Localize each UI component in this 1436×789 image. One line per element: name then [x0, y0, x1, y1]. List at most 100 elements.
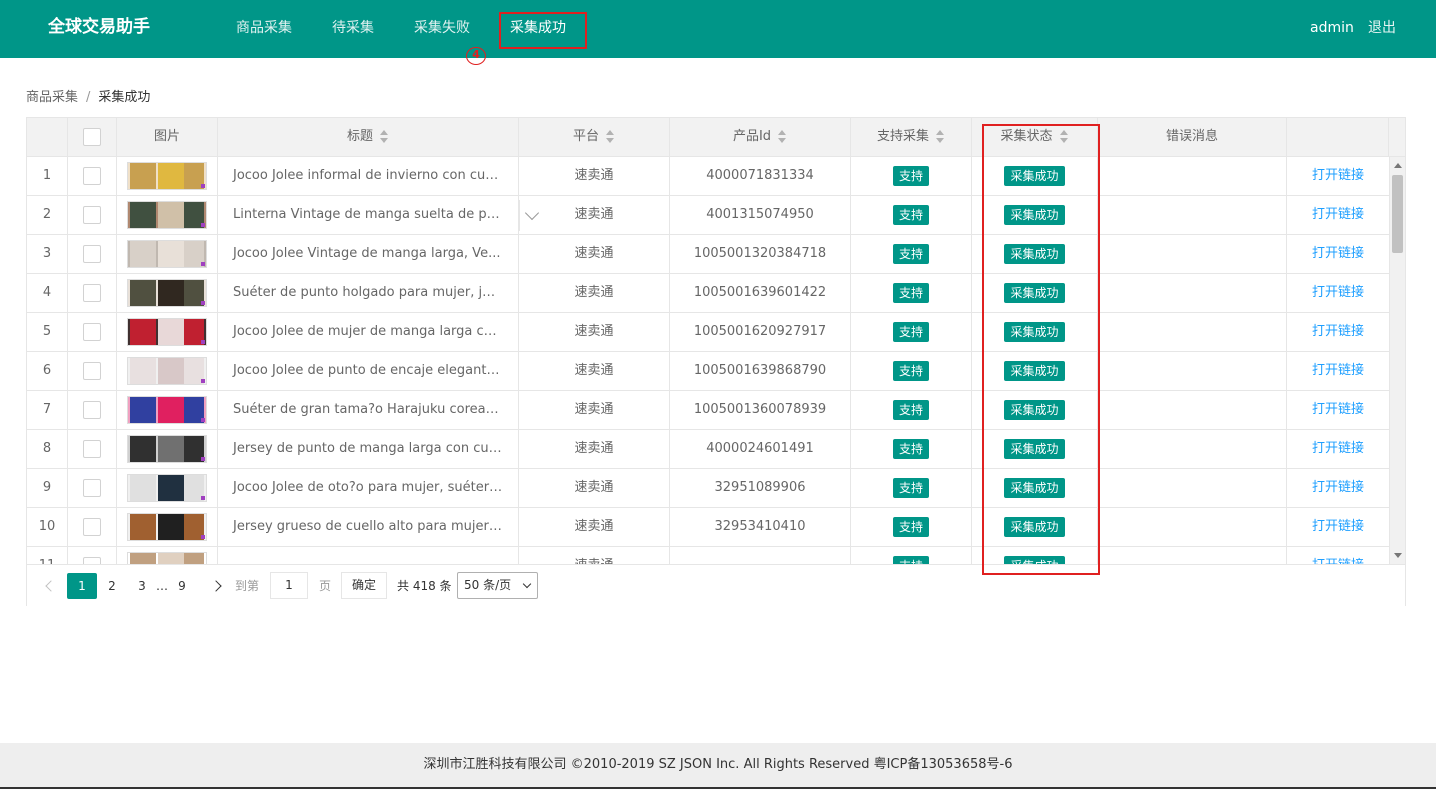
row-status: 采集成功: [972, 196, 1098, 235]
row-checkbox[interactable]: [83, 322, 101, 341]
row-status: 采集成功: [972, 430, 1098, 469]
open-link-button[interactable]: 打开链接: [1312, 246, 1364, 261]
open-link-button[interactable]: 打开链接: [1312, 324, 1364, 339]
page-unit-label: 页: [319, 579, 332, 593]
page-1[interactable]: 1: [67, 573, 97, 599]
table-row: 5 Jocoo Jolee de mujer de manga larga co.…: [27, 313, 1389, 352]
row-index: 8: [27, 430, 68, 469]
logout-link[interactable]: 退出: [1368, 0, 1396, 56]
row-product-id: 1005001639601422: [670, 274, 851, 313]
row-checkbox[interactable]: [83, 439, 101, 458]
open-link-button[interactable]: 打开链接: [1312, 207, 1364, 222]
product-thumbnail[interactable]: [127, 395, 207, 424]
row-index: 3: [27, 235, 68, 274]
sort-icon[interactable]: [605, 129, 615, 144]
row-index: 7: [27, 391, 68, 430]
pagination: 1 2 3 … 9 到第 1 页 确定 共 418 条 50 条/页: [27, 564, 1405, 606]
table-header: 图片 标题 平台 产品Id 支持采集 采集状态 错误消息: [27, 118, 1405, 157]
product-thumbnail[interactable]: [127, 473, 207, 502]
row-platform: 速卖通: [519, 235, 670, 274]
row-product-id: 4000071831334: [670, 157, 851, 196]
open-link-button[interactable]: 打开链接: [1312, 285, 1364, 300]
sort-icon[interactable]: [1059, 129, 1069, 144]
row-checkbox[interactable]: [83, 556, 101, 564]
row-support: 支持: [851, 196, 972, 235]
page-size-select[interactable]: 50 条/页: [457, 572, 538, 599]
row-select: [68, 274, 117, 313]
table-body: 1 Jocoo Jolee informal de invierno con cu…: [27, 157, 1389, 564]
product-thumbnail[interactable]: [127, 551, 207, 564]
row-action: 打开链接: [1287, 547, 1389, 564]
row-checkbox[interactable]: [83, 283, 101, 302]
user-name[interactable]: admin: [1310, 0, 1354, 56]
status-badge: 采集成功: [1004, 438, 1065, 459]
col-support[interactable]: 支持采集: [851, 118, 972, 157]
open-link-button[interactable]: 打开链接: [1312, 402, 1364, 417]
product-thumbnail[interactable]: [127, 434, 207, 463]
row-title: Jersey grueso de cuello alto para mujer …: [218, 508, 519, 547]
row-title: Jocoo Jolee informal de invierno con cue…: [218, 157, 519, 196]
expand-title-icon[interactable]: [519, 200, 545, 231]
row-checkbox[interactable]: [83, 478, 101, 497]
open-link-button[interactable]: 打开链接: [1312, 168, 1364, 183]
product-thumbnail[interactable]: [127, 239, 207, 268]
page-2[interactable]: 2: [97, 573, 127, 599]
row-checkbox[interactable]: [83, 205, 101, 224]
product-thumbnail[interactable]: [127, 200, 207, 229]
col-platform[interactable]: 平台: [519, 118, 670, 157]
product-thumbnail[interactable]: [127, 356, 207, 385]
row-checkbox[interactable]: [83, 166, 101, 185]
goto-page-input[interactable]: 1: [270, 572, 308, 599]
row-status: 采集成功: [972, 313, 1098, 352]
open-link-button[interactable]: 打开链接: [1312, 519, 1364, 534]
open-link-button[interactable]: 打开链接: [1312, 363, 1364, 378]
breadcrumb: 商品采集 / 采集成功: [26, 89, 150, 107]
open-link-button[interactable]: 打开链接: [1312, 480, 1364, 495]
nav-failed[interactable]: 采集失败: [414, 0, 470, 58]
sort-icon[interactable]: [777, 129, 787, 144]
sort-icon[interactable]: [935, 129, 945, 144]
support-badge: 支持: [892, 555, 929, 564]
total-count: 共 418 条: [397, 579, 452, 593]
next-page-button[interactable]: [203, 573, 231, 599]
prev-page-button[interactable]: [35, 573, 63, 599]
scroll-up-icon[interactable]: [1394, 163, 1402, 168]
col-status[interactable]: 采集状态: [972, 118, 1098, 157]
goto-confirm-button[interactable]: 确定: [341, 572, 387, 599]
col-title[interactable]: 标题: [218, 118, 519, 157]
row-product-id: 1005001639868790: [670, 352, 851, 391]
row-title: Jocoo Jolee de mujer de manga larga co..…: [218, 313, 519, 352]
support-badge: 支持: [892, 165, 929, 186]
row-status: 采集成功: [972, 391, 1098, 430]
support-badge: 支持: [892, 321, 929, 342]
row-checkbox[interactable]: [83, 517, 101, 536]
row-checkbox[interactable]: [83, 400, 101, 419]
nav-product-collect[interactable]: 商品采集: [236, 0, 292, 58]
data-table: 图片 标题 平台 产品Id 支持采集 采集状态 错误消息 1 Jocoo Jole…: [26, 117, 1406, 606]
product-thumbnail[interactable]: [127, 317, 207, 346]
product-thumbnail[interactable]: [127, 161, 207, 190]
row-checkbox[interactable]: [83, 361, 101, 380]
nav-pending[interactable]: 待采集: [332, 0, 374, 58]
row-action: 打开链接: [1287, 430, 1389, 469]
row-support: 支持: [851, 547, 972, 564]
select-all-checkbox[interactable]: [83, 127, 101, 146]
row-select: [68, 157, 117, 196]
row-action: 打开链接: [1287, 157, 1389, 196]
row-support: 支持: [851, 469, 972, 508]
scroll-down-icon[interactable]: [1394, 553, 1402, 558]
row-checkbox[interactable]: [83, 244, 101, 263]
status-badge: 采集成功: [1004, 321, 1065, 342]
top-header: 全球交易助手 商品采集 待采集 采集失败 采集成功 admin 退出: [0, 0, 1436, 58]
vertical-scrollbar[interactable]: [1389, 157, 1405, 564]
row-select: [68, 391, 117, 430]
col-product-id[interactable]: 产品Id: [670, 118, 851, 157]
page-9[interactable]: 9: [167, 573, 197, 599]
product-thumbnail[interactable]: [127, 278, 207, 307]
product-thumbnail[interactable]: [127, 512, 207, 541]
sort-icon[interactable]: [379, 129, 389, 144]
row-platform: 速卖通: [519, 313, 670, 352]
breadcrumb-parent[interactable]: 商品采集: [26, 90, 78, 105]
scroll-thumb[interactable]: [1392, 175, 1403, 253]
open-link-button[interactable]: 打开链接: [1312, 441, 1364, 456]
